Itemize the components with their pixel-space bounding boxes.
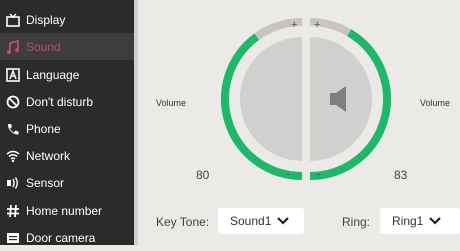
right-volume-plus[interactable]: +	[314, 19, 320, 31]
sidebar-item-label: Door camera	[26, 230, 96, 245]
music-note-icon	[5, 39, 21, 54]
chevron-down-icon	[277, 217, 290, 225]
sidebar-item-label: Phone	[26, 121, 61, 136]
language-icon	[5, 67, 21, 82]
sidebar-item-label: Don't disturb	[26, 94, 93, 109]
left-volume-minus[interactable]: -	[286, 166, 290, 181]
block-icon	[5, 95, 21, 109]
key-tone-label: Key Tone:	[156, 215, 210, 229]
sidebar: Display Sound Language Don't disturb Pho…	[0, 0, 134, 245]
right-volume-dial[interactable]	[248, 18, 392, 180]
left-volume-value: 80	[196, 168, 210, 182]
sidebar-item-label: Home number	[26, 203, 103, 218]
ring-dropdown[interactable]: Ring1	[380, 208, 460, 234]
sidebar-item-language[interactable]: Language	[0, 61, 134, 88]
right-volume-value: 83	[394, 168, 408, 182]
right-volume-minus[interactable]: -	[316, 166, 320, 181]
sidebar-item-dont-disturb[interactable]: Don't disturb	[0, 88, 134, 115]
sidebar-item-display[interactable]: Display	[0, 6, 134, 33]
sidebar-item-sound[interactable]: Sound	[0, 33, 134, 60]
sidebar-item-label: Network	[26, 148, 71, 163]
hash-icon	[5, 204, 21, 218]
chevron-down-icon	[429, 217, 442, 225]
dial-separator	[302, 10, 310, 190]
phone-icon	[5, 122, 21, 136]
ring-value: Ring1	[392, 214, 424, 228]
sensor-icon	[5, 176, 21, 190]
camera-icon	[5, 231, 21, 245]
wifi-icon	[5, 149, 21, 163]
sidebar-item-sensor[interactable]: Sensor	[0, 169, 134, 196]
sidebar-item-label: Sensor	[26, 175, 65, 190]
sidebar-item-label: Language	[26, 67, 80, 82]
sidebar-item-home-number[interactable]: Home number	[0, 197, 134, 224]
key-tone-value: Sound1	[230, 214, 272, 228]
key-tone-dropdown[interactable]: Sound1	[218, 208, 304, 234]
right-volume-label: Volume	[420, 98, 451, 108]
sidebar-item-label: Display	[26, 12, 66, 27]
tv-icon	[5, 13, 21, 27]
sidebar-item-network[interactable]: Network	[0, 142, 134, 169]
left-volume-label: Volume	[156, 98, 187, 108]
sidebar-item-label: Sound	[26, 39, 61, 54]
sound-settings-panel: + + - - Volume Volume 80 83 Key Tone: So…	[138, 0, 460, 245]
sidebar-item-door-camera[interactable]: Door camera	[0, 224, 134, 251]
ring-label: Ring:	[342, 215, 371, 229]
left-volume-plus[interactable]: +	[291, 19, 297, 31]
sidebar-item-phone[interactable]: Phone	[0, 115, 134, 142]
